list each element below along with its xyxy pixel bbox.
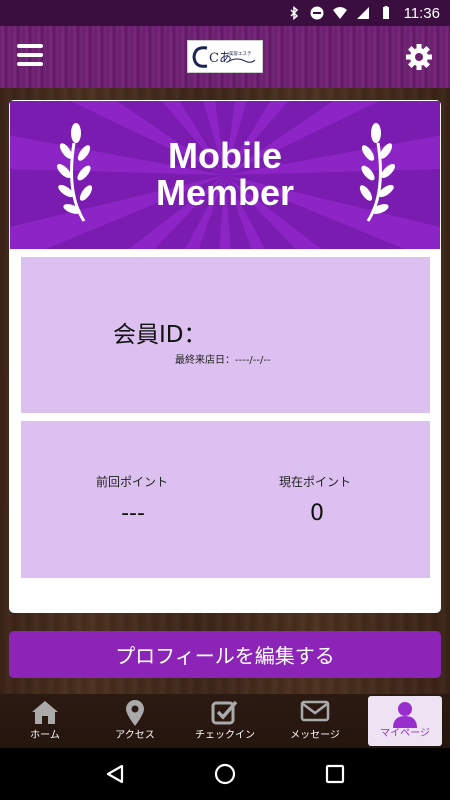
checkbox-icon xyxy=(211,700,238,725)
tab-checkin[interactable]: チェックイン xyxy=(180,694,270,748)
last-visit-date: 最終来店日：----/--/-- xyxy=(175,355,271,366)
mobile-member-banner: Mobile Member xyxy=(10,101,440,249)
current-points-label: 現在ポイント xyxy=(279,475,352,489)
logo-mark: Cあ 美容エステ xyxy=(192,45,256,68)
user-icon xyxy=(393,702,417,728)
bluetooth-icon xyxy=(290,6,298,20)
signal-icon xyxy=(356,7,369,19)
member-id-label: 会員ID： xyxy=(113,322,207,348)
status-bar: 11:36 xyxy=(0,0,450,26)
envelope-icon xyxy=(300,700,330,722)
previous-points-label: 前回ポイント xyxy=(96,475,169,489)
tab-access[interactable]: アクセス xyxy=(90,694,180,748)
current-points-value: 0 xyxy=(310,501,324,526)
wifi-icon xyxy=(332,7,347,19)
app-header: Cあ 美容エステ xyxy=(0,26,450,88)
tab-mypage[interactable]: マイページ xyxy=(368,696,442,746)
battery-icon xyxy=(382,6,389,19)
gear-icon[interactable] xyxy=(405,43,433,71)
tab-checkin-label: チェックイン xyxy=(195,730,255,741)
edit-profile-button[interactable]: プロフィールを編集する xyxy=(9,631,441,678)
tab-access-label: アクセス xyxy=(115,730,155,741)
hamburger-menu-icon[interactable] xyxy=(17,44,43,68)
tab-home-label: ホーム xyxy=(30,730,60,741)
laurel-right-icon xyxy=(359,123,395,222)
tab-message-label: メッセージ xyxy=(290,730,340,741)
previous-points-value: --- xyxy=(121,501,145,526)
member-id-panel: 会員ID： 最終来店日：----/--/-- xyxy=(21,257,430,413)
do-not-disturb-icon xyxy=(310,6,324,20)
home-icon xyxy=(32,701,58,724)
system-nav-bar xyxy=(0,748,450,800)
tab-message[interactable]: メッセージ xyxy=(270,694,360,748)
points-panel: 前回ポイント --- 現在ポイント 0 xyxy=(21,421,430,578)
back-icon[interactable] xyxy=(104,763,126,785)
tab-home[interactable]: ホーム xyxy=(0,694,90,748)
member-card: Mobile Member 会員ID： 最終来店日：----/--/-- 前回ポ… xyxy=(9,100,441,613)
map-pin-icon xyxy=(126,700,144,726)
bottom-tab-bar: ホーム アクセス チェックイン メッセージ マイページ xyxy=(0,694,450,748)
home-circle-icon[interactable] xyxy=(213,762,237,786)
logo[interactable]: Cあ 美容エステ xyxy=(187,40,263,73)
clock: 11:36 xyxy=(403,4,440,22)
recents-icon[interactable] xyxy=(324,763,346,785)
logo-subtext: 美容エステ xyxy=(229,50,252,57)
